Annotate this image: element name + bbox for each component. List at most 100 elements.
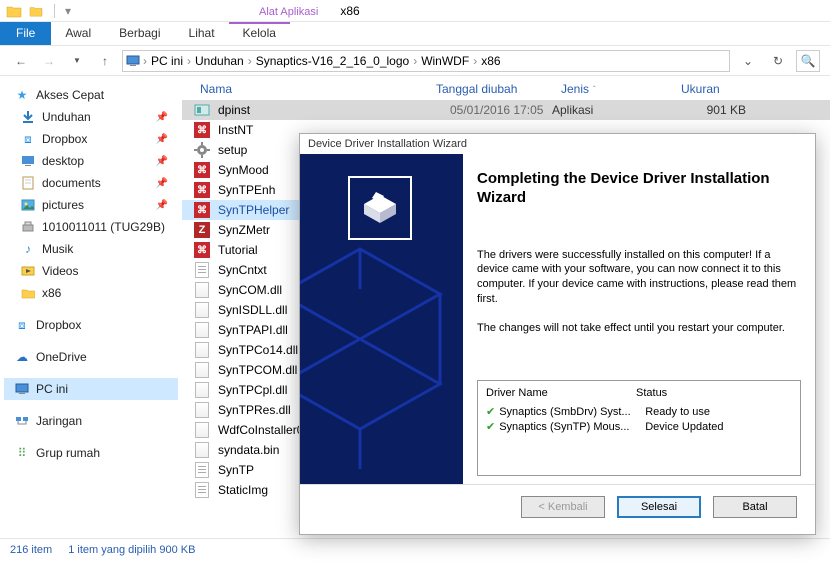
file-name: WdfCoInstaller01 bbox=[218, 423, 310, 437]
search-icon[interactable]: 🔍 bbox=[796, 50, 820, 72]
window-title: x86 bbox=[332, 4, 367, 18]
file-icon bbox=[194, 422, 210, 438]
cloud-icon: ☁ bbox=[14, 349, 30, 365]
sidebar-item[interactable]: pictures 📌 bbox=[4, 194, 178, 216]
file-name: SynZMetr bbox=[218, 223, 270, 237]
col-name[interactable]: Nama bbox=[200, 82, 436, 96]
dialog-para1: The drivers were successfully installed … bbox=[477, 248, 801, 307]
file-icon bbox=[194, 322, 210, 338]
file-icon bbox=[194, 442, 210, 458]
crumb[interactable]: Unduhan bbox=[193, 54, 246, 68]
history-dropdown-icon[interactable]: ⌄ bbox=[736, 50, 760, 72]
nav-up-icon[interactable]: ↑ bbox=[94, 50, 116, 72]
driver-table: Driver Name Status ✔Synaptics (SmbDrv) S… bbox=[477, 380, 801, 476]
sidebar-item-label: x86 bbox=[42, 286, 61, 300]
file-icon bbox=[194, 362, 210, 378]
pin-icon: 📌 bbox=[156, 112, 168, 123]
file-name: SynTPCo14.dll bbox=[218, 343, 298, 357]
file-icon bbox=[194, 482, 210, 498]
file-row[interactable]: ⌘SynTPHelper bbox=[182, 200, 312, 220]
sidebar-homegroup[interactable]: ⠿ Grup rumah bbox=[4, 442, 178, 464]
network-icon bbox=[14, 413, 30, 429]
col-date[interactable]: Tanggal diubah bbox=[436, 82, 561, 96]
status-selection: 1 item yang dipilih bbox=[68, 544, 156, 556]
file-icon bbox=[194, 262, 210, 278]
crumb[interactable]: x86 bbox=[479, 54, 502, 68]
file-icon bbox=[194, 462, 210, 478]
crumb[interactable]: WinWDF bbox=[419, 54, 471, 68]
sidebar-label: PC ini bbox=[36, 382, 68, 396]
file-row[interactable]: dpinst05/01/2016 17:05Aplikasi901 KB bbox=[182, 100, 830, 120]
folder-small-icon bbox=[28, 3, 44, 19]
nav-history-icon[interactable]: ▼ bbox=[66, 50, 88, 72]
tab-berbagi[interactable]: Berbagi bbox=[105, 22, 174, 45]
item-icon: ♪ bbox=[20, 241, 36, 257]
sidebar-label: Dropbox bbox=[36, 318, 81, 332]
file-name: SynTP bbox=[218, 463, 254, 477]
file-icon: ⌘ bbox=[194, 182, 210, 198]
crumb[interactable]: PC ini bbox=[149, 54, 185, 68]
sidebar-item[interactable]: documents📌 bbox=[4, 172, 178, 194]
file-name: SynMood bbox=[218, 163, 269, 177]
tab-lihat[interactable]: Lihat bbox=[175, 22, 229, 45]
dialog-heading: Completing the Device Driver Installatio… bbox=[477, 170, 801, 208]
sidebar-quick-access[interactable]: ★ Akses Cepat bbox=[4, 84, 178, 106]
pc-icon bbox=[14, 381, 30, 397]
qat-dropdown-icon[interactable]: ▾ bbox=[65, 4, 71, 18]
file-icon: ⌘ bbox=[194, 122, 210, 138]
nav-forward-icon[interactable]: → bbox=[38, 50, 60, 72]
file-icon: ⌘ bbox=[194, 242, 210, 258]
pin-icon: 📌 bbox=[156, 200, 168, 211]
col-status: Status bbox=[636, 387, 667, 399]
breadcrumb[interactable]: › PC ini› Unduhan› Synaptics-V16_2_16_0_… bbox=[122, 50, 730, 72]
tab-kelola[interactable]: Kelola bbox=[229, 22, 290, 45]
statusbar: 216 item 1 item yang dipilih 900 KB bbox=[0, 538, 830, 560]
item-icon bbox=[20, 219, 36, 235]
file-name: Tutorial bbox=[218, 243, 258, 257]
sidebar-item[interactable]: 1010011011 (TUG29B) bbox=[4, 216, 178, 238]
sidebar-item-label: pictures bbox=[42, 198, 84, 212]
sidebar-item[interactable]: desktop📌 bbox=[4, 150, 178, 172]
sidebar-pc[interactable]: PC ini bbox=[4, 378, 178, 400]
sidebar-item[interactable]: x86 bbox=[4, 282, 178, 304]
cancel-button[interactable]: Batal bbox=[713, 496, 797, 518]
file-name: dpinst bbox=[218, 103, 446, 117]
item-icon bbox=[20, 285, 36, 301]
sidebar-network[interactable]: Jaringan bbox=[4, 410, 178, 432]
dialog-banner bbox=[300, 154, 463, 484]
sidebar-item[interactable]: Videos bbox=[4, 260, 178, 282]
dialog-para2: The changes will not take effect until y… bbox=[477, 321, 801, 336]
driver-name: Synaptics (SmbDrv) Syst... bbox=[499, 406, 645, 418]
file-name: SynCntxt bbox=[218, 263, 267, 277]
file-icon bbox=[194, 342, 210, 358]
sidebar-item-label: Unduhan bbox=[42, 110, 91, 124]
sidebar-item-label: desktop bbox=[42, 154, 84, 168]
tab-awal[interactable]: Awal bbox=[51, 22, 105, 45]
col-type[interactable]: Jenisˆ bbox=[561, 82, 681, 96]
sidebar-item-label: Dropbox bbox=[42, 132, 87, 146]
col-size[interactable]: Ukuran bbox=[681, 82, 761, 96]
titlebar: ▾ Alat Aplikasi x86 bbox=[0, 0, 830, 22]
tab-file[interactable]: File bbox=[0, 22, 51, 45]
file-icon: ⌘ bbox=[194, 162, 210, 178]
sidebar-item[interactable]: ⧈Dropbox📌 bbox=[4, 128, 178, 150]
sidebar-item[interactable]: Unduhan 📌 bbox=[4, 106, 178, 128]
file-name: SynCOM.dll bbox=[218, 283, 282, 297]
col-driver-name: Driver Name bbox=[486, 387, 636, 399]
refresh-icon[interactable]: ↻ bbox=[766, 50, 790, 72]
file-name: setup bbox=[218, 143, 247, 157]
sidebar-dropbox[interactable]: ⧈ Dropbox bbox=[4, 314, 178, 336]
file-name: SynTPCpl.dll bbox=[218, 383, 287, 397]
crumb[interactable]: Synaptics-V16_2_16_0_logo bbox=[254, 54, 411, 68]
file-icon bbox=[194, 142, 210, 158]
sidebar-onedrive[interactable]: ☁ OneDrive bbox=[4, 346, 178, 368]
item-icon bbox=[20, 153, 36, 169]
back-button: < Kembali bbox=[521, 496, 605, 518]
file-icon bbox=[194, 402, 210, 418]
finish-button[interactable]: Selesai bbox=[617, 496, 701, 518]
file-icon bbox=[194, 102, 210, 118]
driver-row: ✔Synaptics (SynTP) Mous...Device Updated bbox=[486, 420, 792, 433]
file-icon: Z bbox=[194, 222, 210, 238]
nav-back-icon[interactable]: ← bbox=[10, 50, 32, 72]
sidebar-item[interactable]: ♪Musik bbox=[4, 238, 178, 260]
